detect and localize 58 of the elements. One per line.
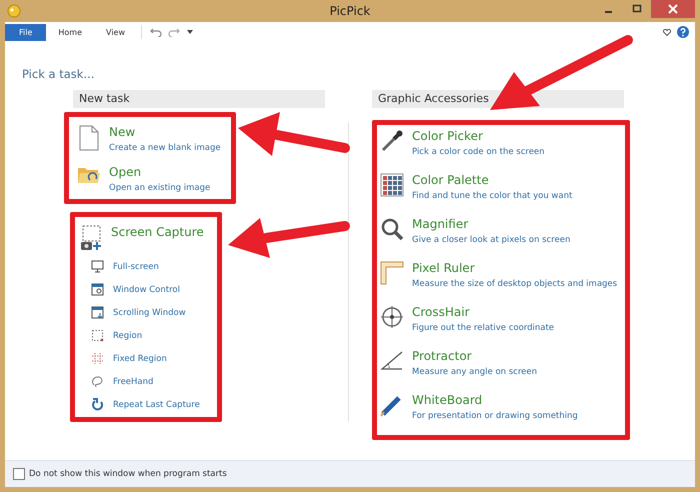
magnifier-icon — [380, 217, 404, 241]
ribbon-tab[interactable]: View — [94, 24, 137, 40]
section-header: New task — [73, 90, 325, 108]
capture-mode-link[interactable]: Region — [113, 330, 142, 340]
task-description: Open an existing image — [109, 182, 210, 195]
screen-capture-icon — [79, 225, 103, 251]
close-icon — [668, 4, 678, 14]
ribbon-tab[interactable]: Home — [46, 24, 94, 40]
app-logo-icon — [7, 4, 21, 18]
capture-mode-link[interactable]: FreeHand — [113, 376, 154, 386]
heart-icon[interactable] — [663, 28, 671, 36]
undo-icon[interactable] — [150, 27, 162, 37]
checkbox[interactable] — [13, 468, 25, 480]
ruler-icon — [380, 261, 404, 285]
tool-description: For presentation or drawing something — [412, 410, 578, 423]
tool-link[interactable]: Magnifier — [412, 215, 468, 233]
capture-mode-icon — [91, 260, 104, 273]
capture-mode-link[interactable]: Scrolling Window — [113, 308, 186, 318]
eyedropper-icon — [380, 129, 404, 153]
tool-description: Measure any angle on screen — [412, 366, 537, 379]
tool-link[interactable]: Color Palette — [412, 171, 489, 189]
task-link[interactable]: Open — [109, 163, 142, 181]
tool-link[interactable]: Color Picker — [412, 127, 483, 145]
task-link[interactable]: New — [109, 123, 136, 141]
capture-mode-link[interactable]: Window Control — [113, 284, 180, 294]
tool-description: Measure the size of desktop objects and images — [412, 278, 618, 291]
folder-icon — [77, 165, 101, 185]
pen-icon — [380, 393, 404, 417]
maximize-icon[interactable] — [632, 4, 642, 14]
color-grid-icon — [380, 173, 404, 197]
capture-mode-link[interactable]: Full-screen — [113, 262, 159, 272]
task-link[interactable]: Screen Capture — [111, 223, 204, 241]
task-description: Create a new blank image — [109, 142, 221, 155]
dropdown-icon[interactable] — [187, 30, 193, 34]
tool-link[interactable]: Protractor — [412, 347, 472, 365]
tool-link[interactable]: WhiteBoard — [412, 391, 482, 409]
capture-mode-link[interactable]: Fixed Region — [113, 354, 167, 364]
capture-mode-icon — [91, 329, 104, 342]
tool-description: Give a closer look at pixels on screen — [412, 234, 570, 247]
ribbon-tab[interactable]: File — [5, 24, 46, 40]
capture-mode-icon — [91, 398, 104, 411]
capture-mode-icon — [91, 306, 104, 319]
capture-mode-link[interactable]: Repeat Last Capture — [113, 400, 200, 410]
tool-link[interactable]: Pixel Ruler — [412, 259, 475, 277]
capture-mode-icon — [91, 283, 104, 296]
tool-description: Figure out the relative coordinate — [412, 322, 554, 335]
window-title: PicPick — [330, 4, 370, 18]
tool-description: Find and tune the color that you want — [412, 190, 572, 203]
blank-page-icon — [77, 125, 101, 151]
crosshair-icon — [380, 305, 404, 329]
close-button[interactable] — [651, 0, 695, 18]
help-icon[interactable] — [677, 26, 689, 38]
capture-mode-icon — [91, 352, 104, 365]
checkbox-label: Do not show this window when program starts — [29, 469, 227, 479]
page-heading: Pick a task... — [22, 68, 96, 80]
capture-mode-icon — [91, 375, 104, 388]
tool-link[interactable]: CrossHair — [412, 303, 470, 321]
tool-description: Pick a color code on the screen — [412, 146, 545, 159]
